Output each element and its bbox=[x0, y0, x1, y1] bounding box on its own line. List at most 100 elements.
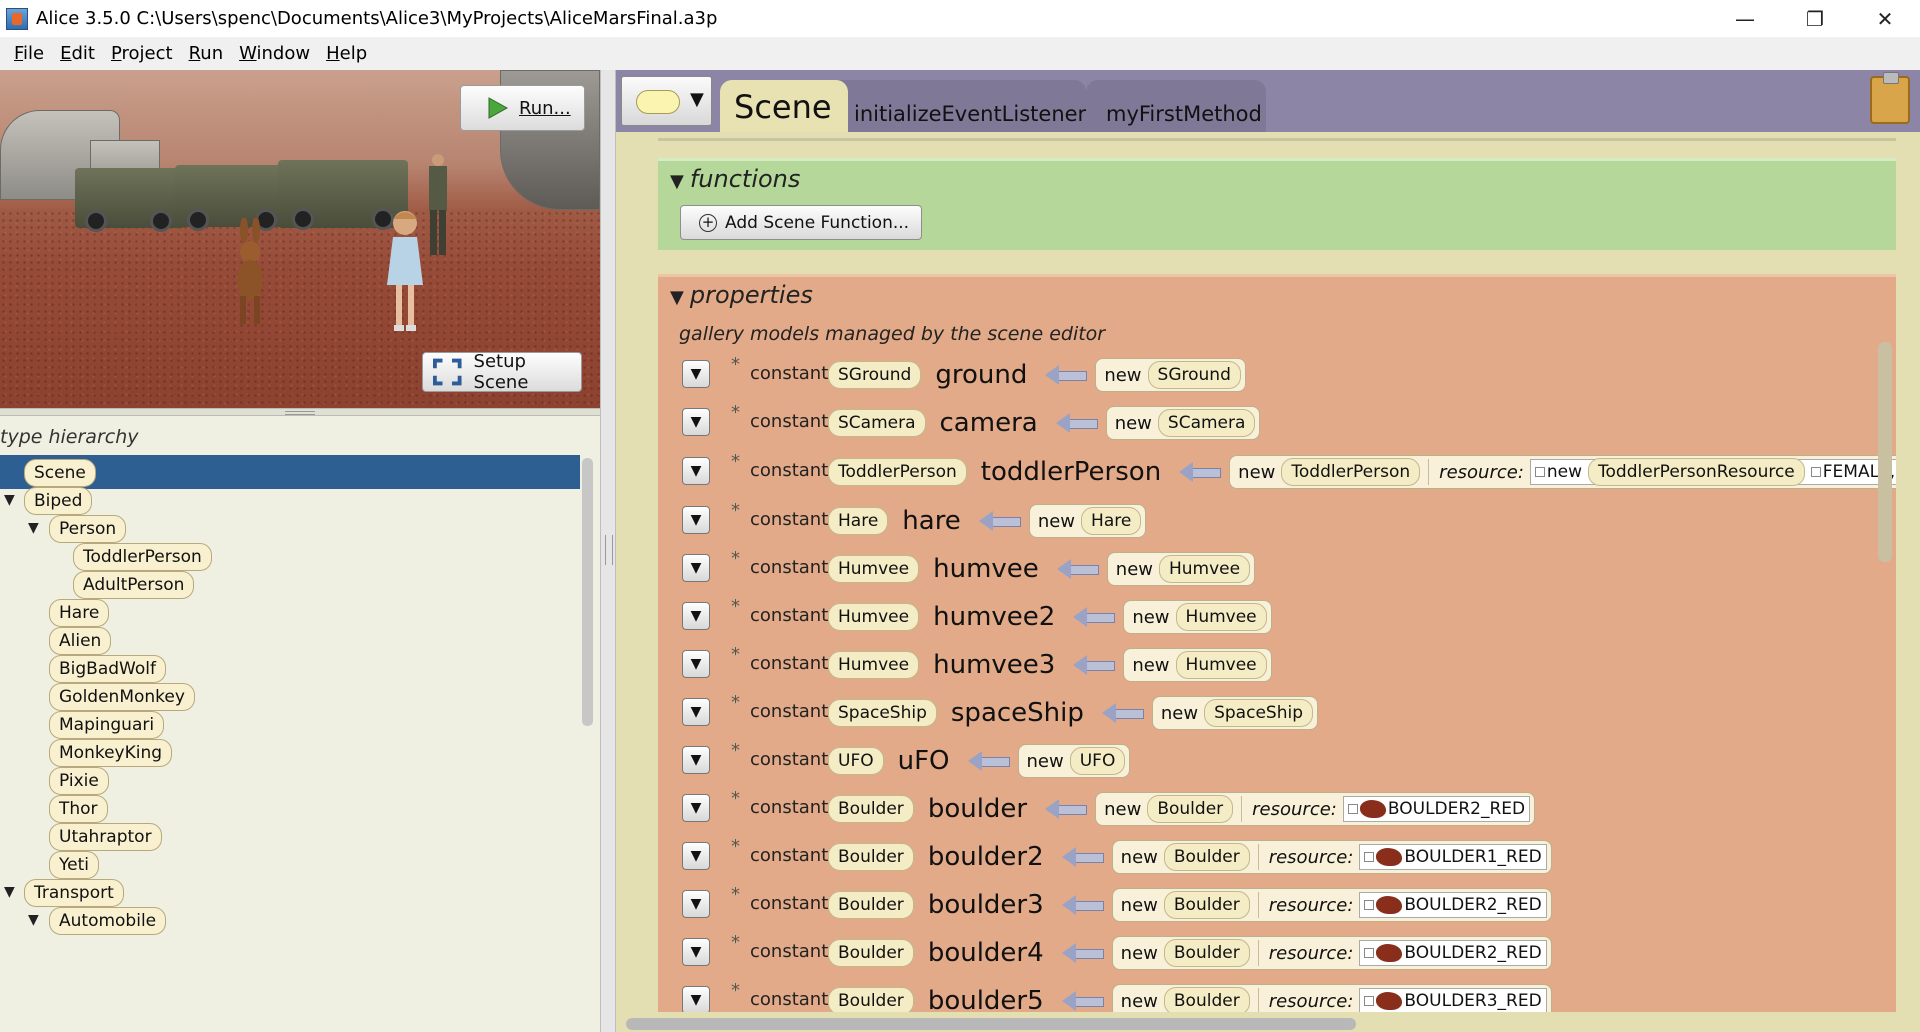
expanded-triangle-icon[interactable]: ▼ bbox=[28, 520, 39, 536]
property-name[interactable]: boulder5 bbox=[928, 986, 1044, 1012]
menu-project[interactable]: Project bbox=[111, 43, 173, 64]
property-name[interactable]: uFO bbox=[898, 746, 950, 776]
property-type[interactable]: SGround bbox=[828, 361, 922, 389]
setup-scene-button[interactable]: Setup Scene bbox=[422, 351, 582, 393]
tree-item-toddlerperson[interactable]: ToddlerPerson bbox=[73, 542, 212, 572]
property-name[interactable]: humvee bbox=[933, 554, 1039, 584]
resource-arg[interactable]: resource: BOULDER2_RED bbox=[1257, 940, 1547, 966]
initializer-expression[interactable]: new Humvee bbox=[1123, 648, 1272, 682]
restore-button[interactable]: ❐ bbox=[1780, 0, 1850, 37]
property-type[interactable]: SCamera bbox=[828, 409, 926, 437]
close-button[interactable]: ✕ bbox=[1850, 0, 1920, 37]
horizontal-splitter[interactable] bbox=[0, 408, 600, 416]
property-name[interactable]: boulder bbox=[928, 794, 1027, 824]
property-name[interactable]: spaceShip bbox=[951, 698, 1084, 728]
type-selector-dropdown[interactable]: ▼ bbox=[621, 76, 712, 126]
tree-item-person[interactable]: Person bbox=[49, 514, 127, 544]
property-type[interactable]: Boulder bbox=[828, 843, 914, 871]
initializer-expression[interactable]: new UFO bbox=[1017, 744, 1131, 778]
resource-value[interactable]: BOULDER1_RED bbox=[1359, 844, 1547, 870]
row-dropdown-toggle[interactable]: ▼ bbox=[682, 408, 710, 436]
row-dropdown-toggle[interactable]: ▼ bbox=[682, 554, 710, 582]
scene-viewport[interactable]: Run... Setup Scene bbox=[0, 70, 600, 408]
property-name[interactable]: ground bbox=[935, 360, 1027, 390]
menu-file[interactable]: File bbox=[14, 43, 44, 64]
property-type[interactable]: Boulder bbox=[828, 795, 914, 823]
initializer-expression[interactable]: new SpaceShip bbox=[1151, 696, 1318, 730]
tree-item-automobile[interactable]: Automobile bbox=[49, 906, 167, 936]
resource-value[interactable]: BOULDER2_RED bbox=[1342, 796, 1531, 822]
expanded-triangle-icon[interactable]: ▼ bbox=[28, 912, 39, 928]
resource-value[interactable]: BOULDER2_RED bbox=[1359, 892, 1547, 918]
row-dropdown-toggle[interactable]: ▼ bbox=[682, 698, 710, 726]
property-type[interactable]: Boulder bbox=[828, 939, 914, 967]
property-name[interactable]: boulder4 bbox=[928, 938, 1044, 968]
initializer-expression[interactable]: new Boulder resource: BOULDER1_RED bbox=[1111, 840, 1552, 874]
property-name[interactable]: boulder3 bbox=[928, 890, 1044, 920]
tree-item-adultperson[interactable]: AdultPerson bbox=[73, 570, 195, 600]
row-dropdown-toggle[interactable]: ▼ bbox=[682, 842, 710, 870]
property-type[interactable]: ToddlerPerson bbox=[828, 458, 967, 486]
tree-item-yeti[interactable]: Yeti bbox=[49, 850, 99, 880]
tree-scrollbar[interactable] bbox=[582, 458, 593, 726]
property-name[interactable]: humvee2 bbox=[933, 602, 1055, 632]
initializer-expression[interactable]: new SGround bbox=[1095, 358, 1246, 392]
tab-initialize-event-listeners[interactable]: initializeEventListeners bbox=[824, 80, 1097, 132]
initializer-expression[interactable]: new Boulder resource: BOULDER2_RED bbox=[1111, 936, 1552, 970]
tree-item-goldenmonkey[interactable]: GoldenMonkey bbox=[49, 682, 195, 712]
tree-item-scene[interactable]: Scene bbox=[24, 458, 96, 488]
tree-item-alien[interactable]: Alien bbox=[49, 626, 112, 656]
initializer-expression[interactable]: new Boulder resource: BOULDER2_RED bbox=[1095, 792, 1536, 826]
expanded-triangle-icon[interactable]: ▼ bbox=[4, 492, 15, 508]
menu-window[interactable]: Window bbox=[239, 43, 310, 64]
resource-arg[interactable]: resource: new ToddlerPersonResource FEMALE, bbox=[1428, 458, 1896, 486]
row-dropdown-toggle[interactable]: ▼ bbox=[682, 506, 710, 534]
tree-item-biped[interactable]: Biped bbox=[24, 486, 93, 516]
property-type[interactable]: Humvee bbox=[828, 555, 920, 583]
row-dropdown-toggle[interactable]: ▼ bbox=[682, 938, 710, 966]
tab-my-first-method[interactable]: myFirstMethod bbox=[1086, 80, 1266, 132]
menu-run[interactable]: Run bbox=[189, 43, 224, 64]
row-dropdown-toggle[interactable]: ▼ bbox=[682, 746, 710, 774]
tree-item-transport[interactable]: Transport bbox=[24, 878, 124, 908]
expanded-triangle-icon[interactable]: ▼ bbox=[4, 884, 15, 900]
property-type[interactable]: Humvee bbox=[828, 603, 920, 631]
resource-value[interactable]: BOULDER3_RED bbox=[1359, 988, 1547, 1012]
property-name[interactable]: camera bbox=[940, 408, 1038, 438]
initializer-expression[interactable]: new Hare bbox=[1028, 504, 1147, 538]
resource-arg[interactable]: resource: BOULDER1_RED bbox=[1257, 844, 1547, 870]
tab-scene[interactable]: Scene bbox=[720, 80, 848, 132]
initializer-expression[interactable]: new SCamera bbox=[1105, 406, 1261, 440]
row-dropdown-toggle[interactable]: ▼ bbox=[682, 986, 710, 1012]
resource-arg[interactable]: resource: BOULDER3_RED bbox=[1257, 988, 1547, 1012]
tree-item-thor[interactable]: Thor bbox=[49, 794, 108, 824]
functions-header[interactable]: ▼ functions bbox=[670, 165, 800, 193]
property-name[interactable]: boulder2 bbox=[928, 842, 1044, 872]
property-type[interactable]: Hare bbox=[828, 507, 889, 535]
property-type[interactable]: UFO bbox=[828, 747, 884, 775]
properties-header[interactable]: ▼ properties bbox=[670, 281, 813, 309]
tree-item-bigbadwolf[interactable]: BigBadWolf bbox=[49, 654, 166, 684]
initializer-expression[interactable]: new Humvee bbox=[1123, 600, 1272, 634]
row-dropdown-toggle[interactable]: ▼ bbox=[682, 360, 710, 388]
properties-scrollbar[interactable] bbox=[1878, 342, 1892, 562]
tree-item-mapinguari[interactable]: Mapinguari bbox=[49, 710, 165, 740]
initializer-expression[interactable]: new Boulder resource: BOULDER3_RED bbox=[1111, 984, 1552, 1012]
property-type[interactable]: Boulder bbox=[828, 987, 914, 1012]
tree-item-utahraptor[interactable]: Utahraptor bbox=[49, 822, 162, 852]
run-button[interactable]: Run... bbox=[460, 85, 585, 131]
row-dropdown-toggle[interactable]: ▼ bbox=[682, 602, 710, 630]
clipboard-icon[interactable] bbox=[1870, 72, 1910, 124]
tree-item-monkeyking[interactable]: MonkeyKing bbox=[49, 738, 173, 768]
property-type[interactable]: SpaceShip bbox=[828, 699, 937, 727]
property-name[interactable]: hare bbox=[902, 506, 961, 536]
resource-arg[interactable]: resource: BOULDER2_RED bbox=[1241, 796, 1531, 822]
tree-item-hare[interactable]: Hare bbox=[49, 598, 110, 628]
row-dropdown-toggle[interactable]: ▼ bbox=[682, 794, 710, 822]
property-name[interactable]: toddlerPerson bbox=[981, 457, 1161, 487]
minimize-button[interactable]: — bbox=[1710, 0, 1780, 37]
resource-value[interactable]: BOULDER2_RED bbox=[1359, 940, 1547, 966]
row-dropdown-toggle[interactable]: ▼ bbox=[682, 650, 710, 678]
resource-arg[interactable]: resource: BOULDER2_RED bbox=[1257, 892, 1547, 918]
resource-value[interactable]: new ToddlerPersonResource FEMALE, bbox=[1529, 458, 1896, 486]
